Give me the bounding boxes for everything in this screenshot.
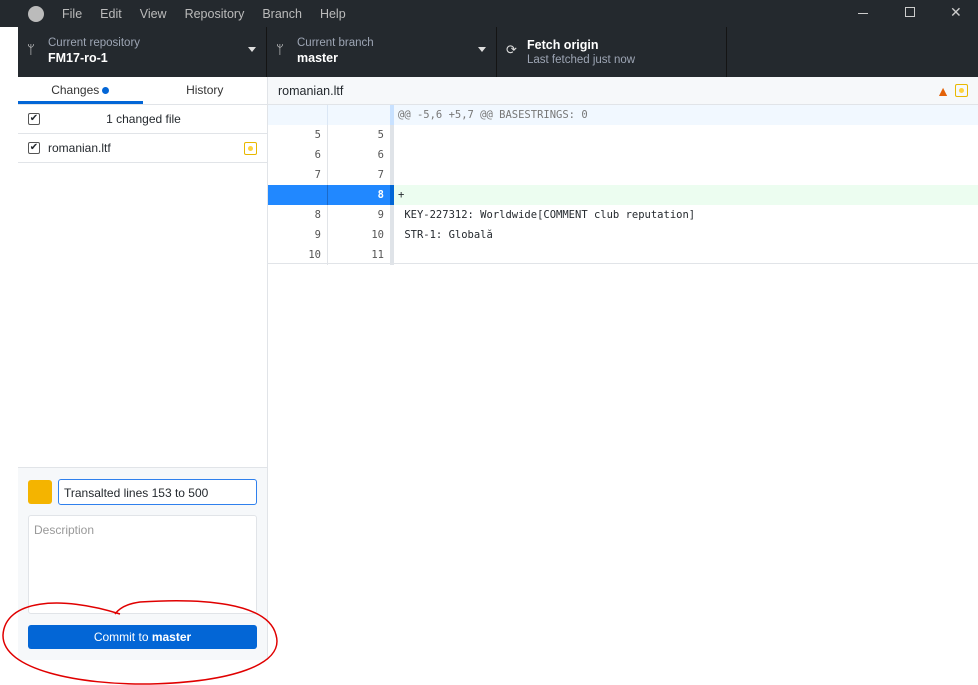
line-code: KEY-227312: Worldwide[COMMENT club reput…	[398, 209, 696, 221]
new-line-number[interactable]: 11	[328, 245, 390, 265]
current-branch-button[interactable]: ᛘ Current branch master	[267, 27, 497, 77]
new-line-number[interactable]: 10	[328, 225, 390, 245]
tab-label: Changes	[51, 83, 100, 97]
avatar	[28, 480, 52, 504]
branch-label: Current branch	[297, 37, 374, 49]
modified-icon	[244, 142, 257, 155]
maximize-icon[interactable]	[905, 7, 915, 17]
minimize-icon[interactable]	[858, 13, 868, 14]
menu-view[interactable]: View	[140, 7, 167, 21]
new-line-number[interactable]: 9	[328, 205, 390, 225]
red-annotation-circle	[2, 600, 278, 685]
hunk-text: @@ -5,6 +5,7 @@ BASESTRINGS: 0	[398, 109, 588, 121]
fetch-title: Fetch origin	[527, 38, 599, 52]
branch-icon: ᛘ	[276, 42, 284, 57]
old-line-number[interactable]: 7	[268, 165, 328, 185]
file-checkbox[interactable]: ✔	[28, 142, 40, 154]
chevron-down-icon	[478, 47, 486, 52]
menu-edit[interactable]: Edit	[100, 7, 122, 21]
tab-changes[interactable]: Changes	[18, 77, 143, 104]
sync-icon: ⟳	[506, 42, 517, 57]
old-line-number[interactable]: 6	[268, 145, 328, 165]
line-code: +	[398, 189, 405, 201]
title-bar: File Edit View Repository Branch Help ✕	[0, 0, 978, 27]
menu-repository[interactable]: Repository	[185, 7, 245, 21]
diff-line[interactable]: 9 10 STR-1: Globală	[268, 225, 978, 245]
select-all-checkbox[interactable]: ✔	[28, 113, 40, 125]
diff-hunk-header: @@ -5,6 +5,7 @@ BASESTRINGS: 0	[268, 105, 978, 125]
close-icon[interactable]: ✕	[950, 4, 962, 21]
github-logo-icon	[28, 5, 44, 22]
diff-line[interactable]: 10 11	[268, 245, 978, 265]
menu-branch[interactable]: Branch	[262, 7, 302, 21]
old-line-number[interactable]: 8	[268, 205, 328, 225]
line-code	[394, 245, 978, 265]
old-line-number[interactable]: 9	[268, 225, 328, 245]
new-line-number[interactable]: 8	[328, 185, 390, 205]
diff-end-divider	[268, 263, 978, 264]
tab-history[interactable]: History	[143, 77, 268, 104]
diff-header: romanian.ltf ▲	[268, 77, 978, 105]
branch-name: master	[297, 51, 338, 65]
line-code	[394, 165, 978, 185]
repo-label: Current repository	[48, 37, 141, 49]
old-line-number[interactable]: 10	[268, 245, 328, 265]
current-repository-button[interactable]: ᛘ Current repository FM17-ro-1	[18, 27, 267, 77]
line-code: STR-1: Globală	[398, 229, 493, 241]
menu-file[interactable]: File	[62, 7, 82, 21]
diff-line[interactable]: 66	[268, 145, 978, 165]
line-code	[394, 145, 978, 165]
old-line-number[interactable]: 5	[268, 125, 328, 145]
file-name: romanian.ltf	[48, 141, 111, 155]
old-line-number[interactable]	[268, 185, 328, 205]
modified-icon	[955, 84, 968, 97]
menu-help[interactable]: Help	[320, 7, 346, 21]
toolbar: ᛘ Current repository FM17-ro-1 ᛘ Current…	[18, 27, 978, 77]
new-line-number[interactable]: 7	[328, 165, 390, 185]
warning-icon: ▲	[936, 83, 950, 99]
repo-icon: ᛘ	[27, 42, 35, 57]
diff-line[interactable]: 8 +	[268, 185, 978, 205]
diff-line[interactable]: 77	[268, 165, 978, 185]
changed-count: 1 changed file	[106, 112, 181, 126]
commit-summary-input[interactable]: Transalted lines 153 to 500	[58, 479, 257, 505]
changes-indicator-icon	[102, 87, 110, 94]
line-code	[394, 125, 978, 145]
fetch-origin-button[interactable]: ⟳ Fetch origin Last fetched just now	[497, 27, 727, 77]
chevron-down-icon	[248, 47, 256, 52]
fetch-status: Last fetched just now	[527, 54, 636, 66]
repo-name: FM17-ro-1	[48, 51, 108, 65]
changed-files-header: ✔ 1 changed file	[18, 105, 267, 134]
new-line-number[interactable]: 5	[328, 125, 390, 145]
diff-line[interactable]: 55	[268, 125, 978, 145]
diff-line[interactable]: 89 KEY-227312: Worldwide[COMMENT club re…	[268, 205, 978, 225]
list-item[interactable]: ✔ romanian.ltf	[18, 134, 267, 163]
diff-file-name: romanian.ltf	[278, 84, 344, 98]
new-line-number[interactable]: 6	[328, 145, 390, 165]
